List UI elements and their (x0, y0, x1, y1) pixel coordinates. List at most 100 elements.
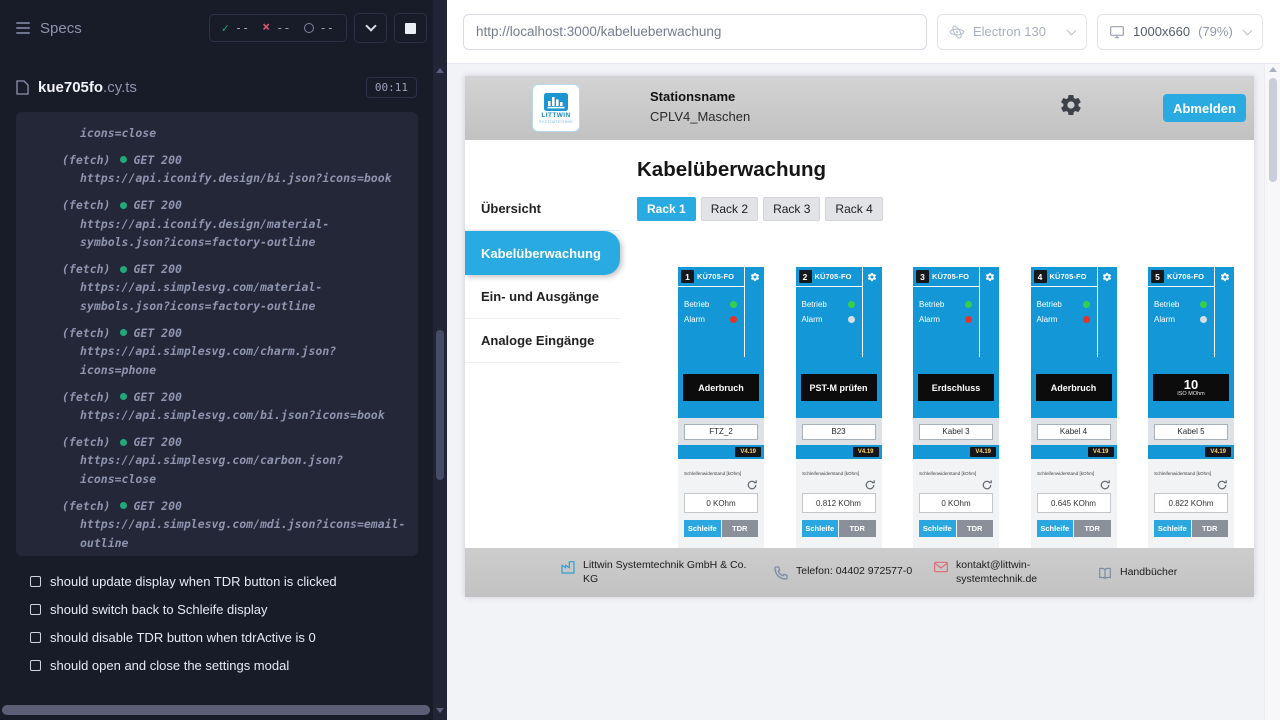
app-under-test: LITTWIN SYSTEMTECHNIK Stationsname CPLV4… (465, 76, 1254, 597)
test-list: should update display when TDR button is… (0, 567, 433, 679)
settings-gear-icon[interactable] (1059, 93, 1083, 117)
test-item[interactable]: should disable TDR button when tdrActive… (0, 623, 433, 651)
rack-tab-2[interactable]: Rack 2 (701, 197, 758, 221)
aut-preview: http://localhost:3000/kabelueberwachung … (447, 0, 1280, 720)
tdr-button[interactable]: TDR (957, 520, 994, 537)
screenshot-root: Specs ✓-- ×-- -- kue705fo.cy.ts 00:11 ic… (0, 0, 1280, 720)
refresh-icon[interactable] (746, 479, 758, 491)
tdr-button[interactable]: TDR (839, 520, 876, 537)
log-entry[interactable]: (fetch) GET 200 https://api.simplesvg.co… (34, 497, 408, 553)
footer-item[interactable]: kontakt@littwin-systemtechnik.de (933, 559, 1051, 586)
spec-header[interactable]: kue705fo.cy.ts 00:11 (0, 70, 433, 104)
card-settings-gear-icon[interactable] (867, 272, 877, 282)
tdr-button[interactable]: TDR (1074, 520, 1111, 537)
nav-item-2[interactable]: Kabelüberwachung (465, 231, 620, 275)
betrieb-indicator: Betrieb (802, 300, 855, 309)
cable-name-field[interactable]: Kabel 3 (919, 424, 993, 440)
app-header: LITTWIN SYSTEMTECHNIK Stationsname CPLV4… (465, 76, 1254, 140)
alarm-indicator: Alarm (802, 315, 855, 324)
reporter-scrollbar[interactable] (433, 0, 447, 720)
spec-filename: kue705fo.cy.ts (38, 79, 137, 96)
device-model-label: KÜ705-FO (932, 272, 969, 281)
log-entry[interactable]: (fetch) GET 200 https://api.simplesvg.co… (34, 324, 408, 380)
page-scrollbar[interactable] (1264, 64, 1280, 720)
success-dot (120, 329, 127, 336)
alarm-led (1200, 316, 1207, 323)
rack-tab-4[interactable]: Rack 4 (825, 197, 882, 221)
refresh-icon[interactable] (981, 479, 993, 491)
cable-name-field[interactable]: FTZ_2 (684, 424, 758, 440)
response-status: GET 200 (120, 196, 181, 215)
viewport-icon (1109, 24, 1125, 40)
scrollbar-thumb[interactable] (436, 330, 444, 480)
url-bar[interactable]: http://localhost:3000/kabelueberwachung (463, 14, 927, 50)
betrieb-led (1083, 301, 1090, 308)
scroll-up-arrow[interactable] (1269, 67, 1277, 72)
nav-item-1[interactable]: Übersicht (465, 187, 620, 231)
stat-pending: -- (304, 21, 334, 35)
betrieb-led (1200, 301, 1207, 308)
device-card-1: 1 KÜ705-FO Betrieb Alarm (678, 267, 764, 567)
nav-item-3[interactable]: Ein- und Ausgänge (465, 275, 620, 319)
test-box-icon (30, 576, 41, 587)
betrieb-led (730, 301, 737, 308)
test-item[interactable]: should switch back to Schleife display (0, 595, 433, 623)
book-icon (1097, 565, 1113, 581)
chevron-down-icon (1243, 25, 1253, 35)
tdr-button[interactable]: TDR (722, 520, 759, 537)
specs-menu[interactable]: Specs (16, 20, 82, 37)
card-settings-gear-icon[interactable] (750, 272, 760, 282)
log-entry[interactable]: (fetch) GET 200 https://api.simplesvg.co… (34, 388, 408, 425)
test-item[interactable]: should open and close the settings modal (0, 651, 433, 679)
chevron-down-icon (1067, 25, 1077, 35)
cable-name-field[interactable]: Kabel 5 (1154, 424, 1228, 440)
footer-item[interactable]: Handbücher (1097, 565, 1177, 581)
device-card-4: 4 KÜ705-FO Betrieb Alarm (1031, 267, 1117, 567)
scroll-up-arrow[interactable] (436, 68, 444, 73)
browser-select[interactable]: Electron 130 (937, 14, 1087, 50)
nav-item-4[interactable]: Analoge Eingänge (465, 319, 620, 363)
logout-button[interactable]: Abmelden (1163, 94, 1246, 122)
log-entry[interactable]: icons=close (34, 124, 408, 143)
reporter-header: Specs ✓-- ×-- -- (0, 0, 433, 56)
log-entry[interactable]: (fetch) GET 200 https://api.iconify.desi… (34, 151, 408, 188)
test-stats: ✓-- ×-- -- (209, 14, 347, 42)
page-title: Kabelüberwachung (637, 158, 1254, 182)
rack-tab-3[interactable]: Rack 3 (763, 197, 820, 221)
scroll-down-arrow[interactable] (436, 708, 444, 713)
refresh-icon[interactable] (864, 479, 876, 491)
stop-button[interactable] (394, 13, 427, 43)
firmware-version-badge: V4.19 (970, 447, 996, 457)
log-entry[interactable]: (fetch) GET 200 https://api.simplesvg.co… (34, 260, 408, 316)
refresh-icon[interactable] (1216, 479, 1228, 491)
schleife-button[interactable]: Schleife (1154, 520, 1191, 537)
rack-tab-1[interactable]: Rack 1 (637, 197, 696, 221)
cable-name-field[interactable]: Kabel 4 (1037, 424, 1111, 440)
phone-icon (773, 565, 789, 581)
schleife-button[interactable]: Schleife (802, 520, 839, 537)
card-settings-gear-icon[interactable] (1102, 272, 1112, 282)
schleife-button[interactable]: Schleife (1037, 520, 1074, 537)
tdr-button[interactable]: TDR (1192, 520, 1229, 537)
schleife-button[interactable]: Schleife (919, 520, 956, 537)
schleife-button[interactable]: Schleife (684, 520, 721, 537)
scrollbar-thumb[interactable] (1269, 78, 1277, 182)
test-item[interactable]: should update display when TDR button is… (0, 567, 433, 595)
viewport-select[interactable]: 1000x660 (79%) (1097, 14, 1263, 50)
card-number-badge: 3 (916, 270, 929, 283)
cable-name-strip: Kabel 3 (913, 418, 999, 445)
device-cards: 1 KÜ705-FO Betrieb Alarm (678, 267, 1254, 567)
card-settings-gear-icon[interactable] (1220, 272, 1230, 282)
cable-name-field[interactable]: B23 (802, 424, 876, 440)
firmware-version-badge: V4.19 (1088, 447, 1114, 457)
collapse-button[interactable] (354, 13, 387, 43)
refresh-icon[interactable] (1099, 479, 1111, 491)
fetch-label: (fetch) (62, 433, 110, 452)
card-settings-gear-icon[interactable] (985, 272, 995, 282)
horizontal-scrollbar[interactable] (2, 705, 430, 715)
log-entry[interactable]: (fetch) GET 200 https://api.iconify.desi… (34, 196, 408, 252)
alarm-indicator: Alarm (1037, 315, 1090, 324)
log-entry[interactable]: (fetch) GET 200 https://api.simplesvg.co… (34, 433, 408, 489)
betrieb-led (965, 301, 972, 308)
status-display: Aderbruch (683, 374, 759, 401)
